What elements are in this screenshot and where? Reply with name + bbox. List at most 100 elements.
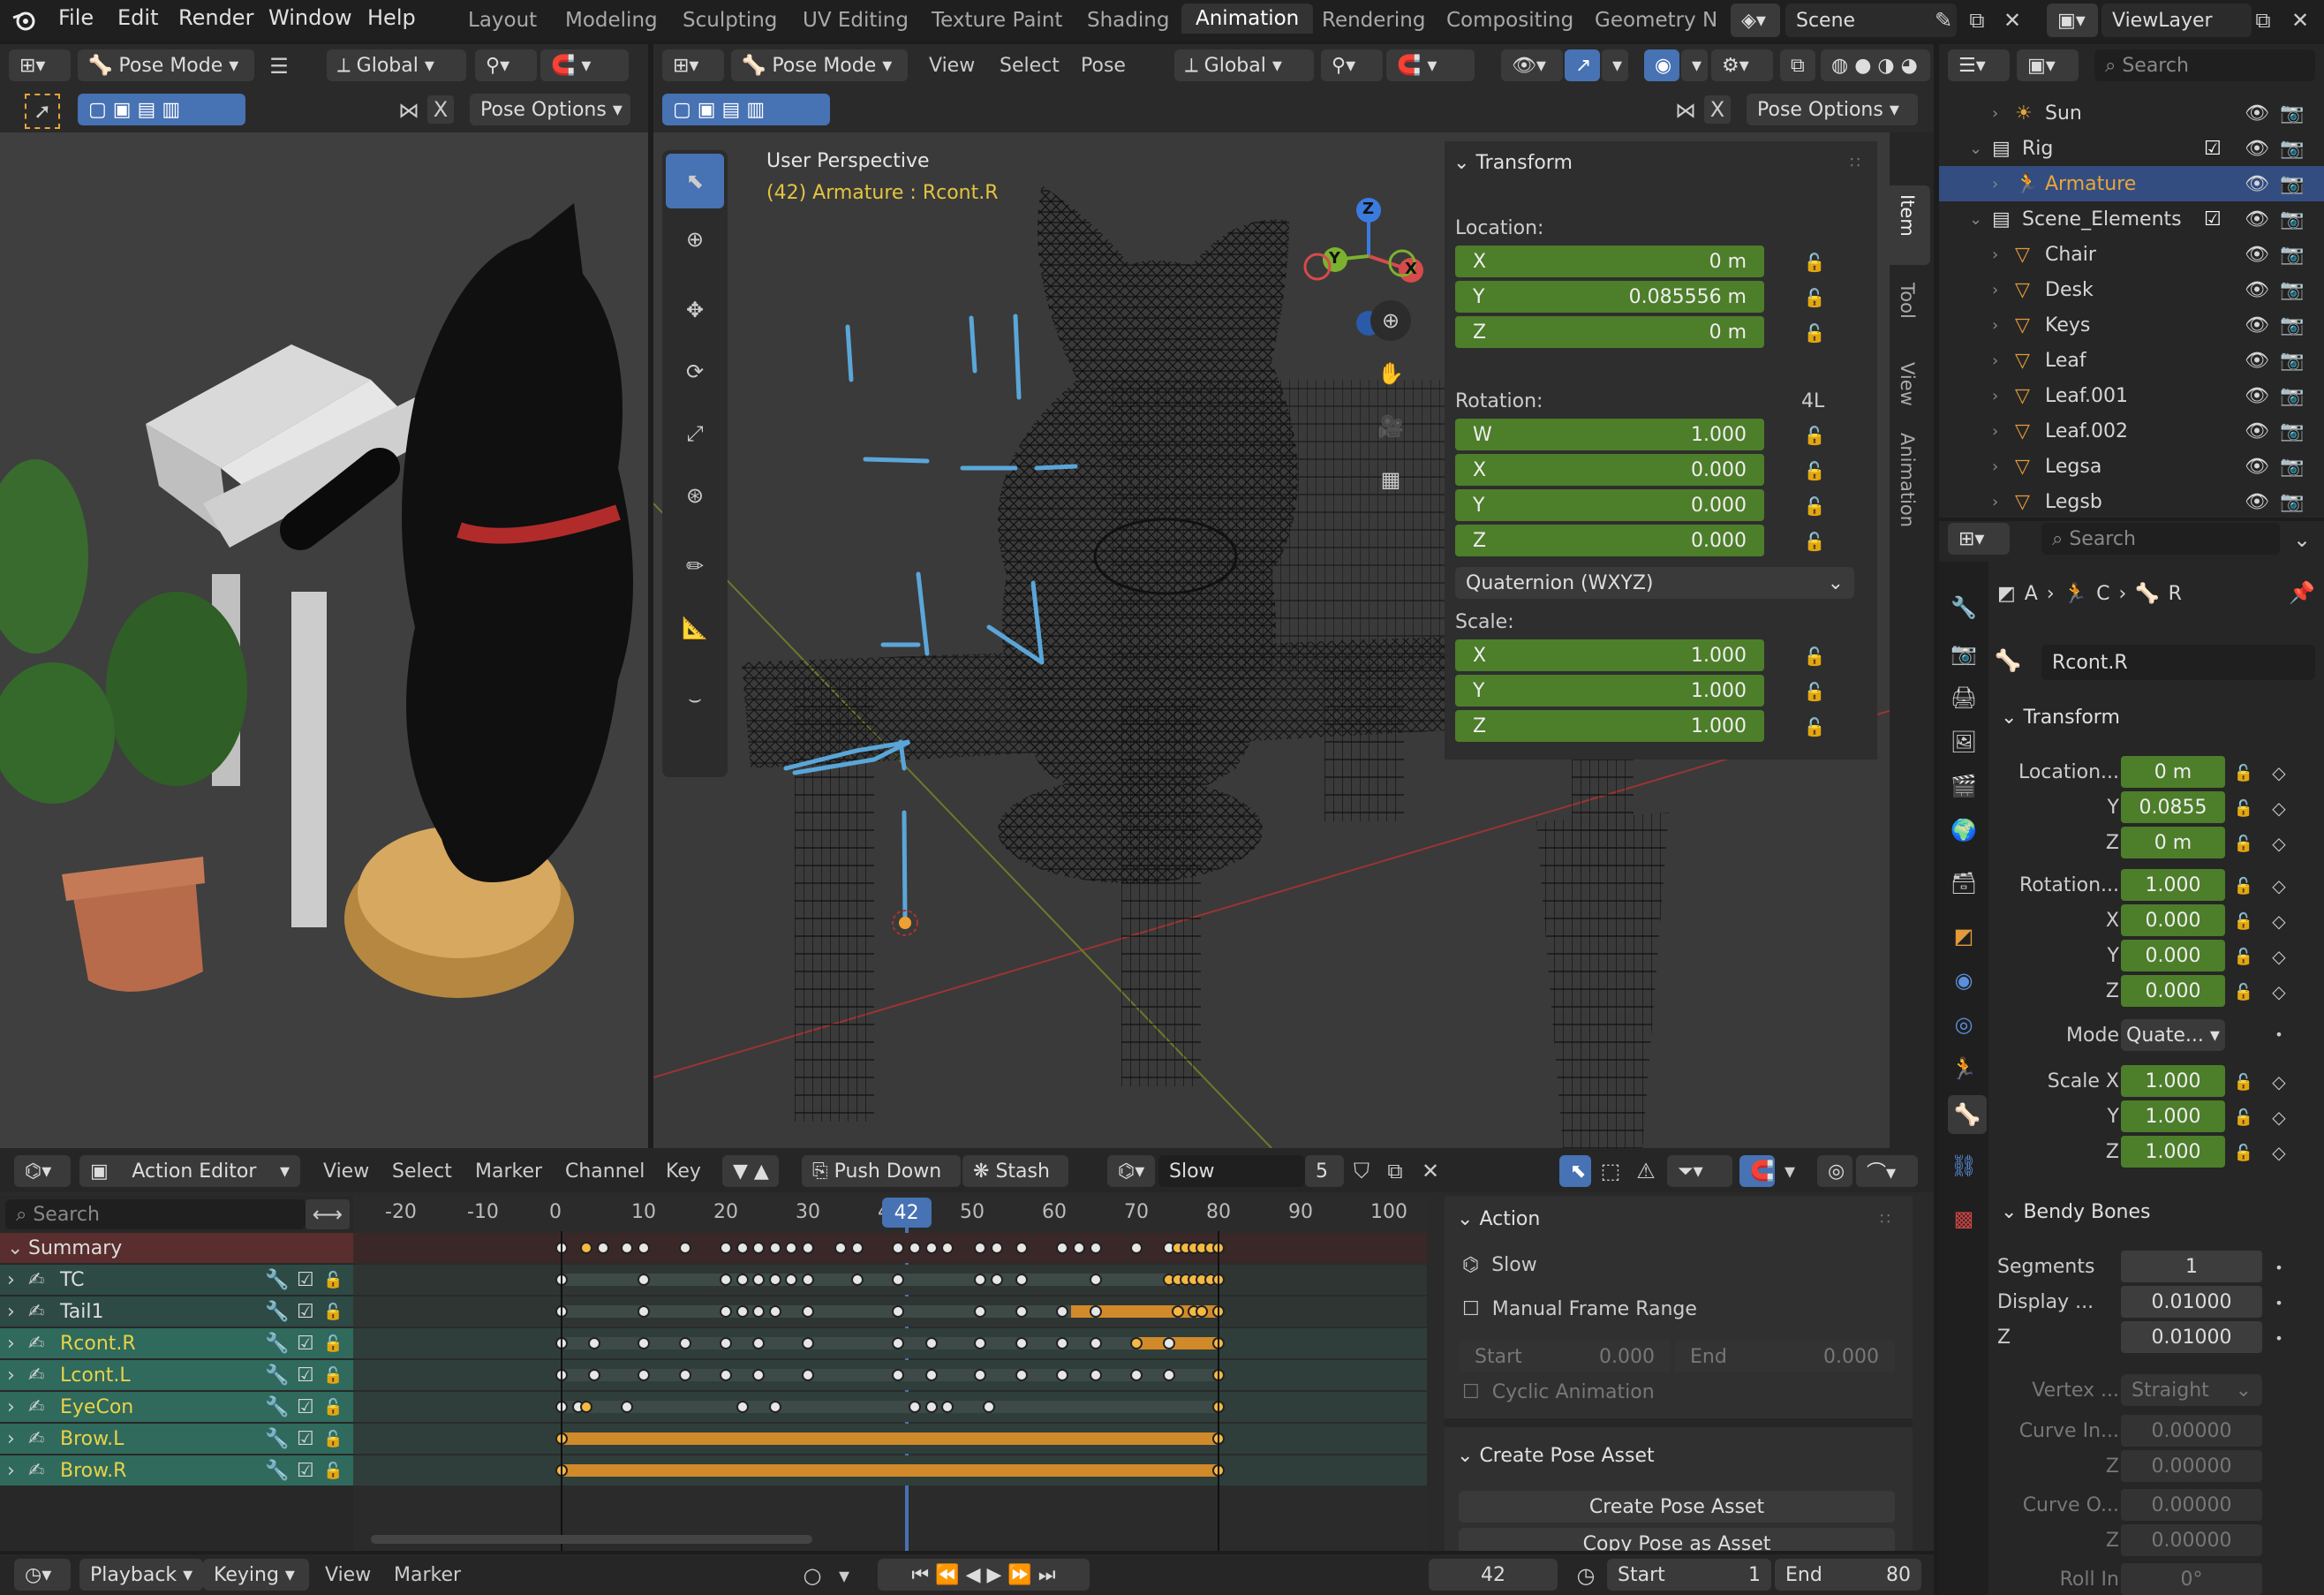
left-pose-options[interactable]: Pose Options ▾ — [470, 94, 630, 125]
viewport-menu-view[interactable]: View — [929, 55, 975, 77]
channel-enable-checkbox-icon[interactable]: ☑ — [297, 1428, 314, 1450]
tab-geometry-nodes[interactable]: Geometry Noc — [1595, 9, 1718, 32]
prop-rotation-3-field[interactable]: 0.000 — [2121, 975, 2225, 1007]
channel-enable-checkbox-icon[interactable]: ☑ — [297, 1364, 314, 1387]
layer-updown-icon[interactable]: ▼ ▲ — [722, 1155, 779, 1187]
channel-search[interactable]: ⌕ Search — [5, 1199, 306, 1229]
channel-row[interactable]: › ✍ Lcont.L 🔧 ☑ 🔓 — [0, 1360, 353, 1390]
keyframe-diamond-icon[interactable]: ◇ — [2266, 1139, 2292, 1166]
menu-file[interactable]: File — [58, 5, 94, 30]
pivot-icon[interactable]: ⚲▾ — [475, 49, 537, 81]
render-camera-icon[interactable]: 📷 — [2280, 102, 2304, 125]
tab-texture-paint[interactable]: Texture Paint — [932, 9, 1062, 32]
channel-row[interactable]: › ✍ Tail1 🔧 ☑ 🔓 — [0, 1296, 353, 1327]
outliner-item[interactable]: › ▽ Legsa 👁 📷 — [1939, 449, 2324, 484]
close-scene-icon[interactable]: ✕ — [1999, 7, 2026, 34]
keyframe[interactable] — [736, 1242, 749, 1254]
duplicate-action-icon[interactable]: ⧉ — [1379, 1155, 1411, 1187]
keyframe-diamond-icon[interactable]: ◇ — [2266, 979, 2292, 1005]
viewport-mirror-x-icon[interactable]: X — [1704, 95, 1731, 124]
keyframe-diamond-icon[interactable]: ◇ — [2266, 1069, 2292, 1095]
shading-modes-icon[interactable]: ◍ ● ◑ ◕ — [1821, 49, 1930, 81]
channel-enable-checkbox-icon[interactable]: ☑ — [297, 1301, 314, 1323]
modifier-props-icon[interactable]: ◉ — [1948, 964, 1980, 996]
keyframe[interactable] — [638, 1369, 650, 1381]
n-scale-y-field[interactable]: Y 1.000 — [1455, 675, 1764, 707]
overlay-dropdown-icon[interactable]: ▾ — [1681, 49, 1708, 81]
playback-controls[interactable]: ⏮ ⏪ ◀ ▶ ⏩ ⏭ — [878, 1559, 1090, 1591]
world-props-icon[interactable]: 🌍 — [1948, 814, 1980, 846]
n-rotation-w-field[interactable]: W 1.000 — [1455, 419, 1764, 450]
manual-range-checkbox[interactable]: ☐ Manual Frame Range — [1462, 1298, 1697, 1320]
texture-props-icon[interactable]: ▩ — [1948, 1203, 1980, 1235]
prop-rotation-1-field[interactable]: 0.000 — [2121, 904, 2225, 936]
drag-handle-icon[interactable]: ∷ — [1842, 154, 1868, 172]
action-editor-type-icon[interactable]: ⌬▾ — [14, 1155, 71, 1187]
menu-hamburger-icon[interactable]: ☰ — [261, 53, 297, 79]
keyframe[interactable] — [1130, 1369, 1143, 1381]
include-checkbox-icon[interactable]: ☑ — [2204, 208, 2222, 231]
render-camera-icon[interactable]: 📷 — [2280, 350, 2304, 372]
keyframe-diamond-icon[interactable]: ◇ — [2266, 1104, 2292, 1130]
annotate-icon[interactable]: ✏ — [666, 539, 724, 593]
n-rotation-y-field[interactable]: Y 0.000 — [1455, 489, 1764, 521]
falloff-icon[interactable]: ⌒▾ — [1856, 1155, 1918, 1187]
visibility-eye-icon[interactable]: 👁 — [2245, 350, 2269, 372]
tab-sculpting[interactable]: Sculpting — [683, 9, 777, 32]
render-camera-icon[interactable]: 📷 — [2280, 491, 2304, 513]
keyframe[interactable] — [802, 1337, 814, 1349]
snap-icon[interactable]: 🧲 ▾ — [540, 49, 629, 81]
lock-icon[interactable]: 🔓 — [2230, 943, 2257, 970]
keyframe-diamond-icon[interactable]: ◇ — [2266, 795, 2292, 821]
channel-enable-checkbox-icon[interactable]: ☑ — [297, 1269, 314, 1291]
lock-icon[interactable]: 🔓 — [2230, 795, 2257, 821]
scene-selector-icon[interactable]: ◈▾ — [1731, 4, 1780, 37]
left-orientation-dropdown[interactable]: ⟂ Global ▾ — [327, 49, 466, 81]
action-users-count[interactable]: 5 — [1305, 1155, 1344, 1187]
select-tool-icon[interactable]: ➚ — [25, 94, 60, 129]
fake-user-icon[interactable]: ⛉ — [1346, 1155, 1377, 1187]
view-layer-props-icon[interactable]: 🖼 — [1948, 726, 1980, 758]
measure-icon[interactable]: 📐 — [666, 601, 724, 655]
modifier-wrench-icon[interactable]: 🔧 — [265, 1301, 289, 1323]
keyframe[interactable] — [678, 1369, 691, 1381]
ae-menu-select[interactable]: Select — [392, 1160, 452, 1183]
timeline-editor-icon[interactable]: ◷▾ — [14, 1559, 71, 1591]
prop-mode-dropdown[interactable]: Quate... ▾ — [2121, 1019, 2225, 1051]
transform-icon[interactable]: ⊛ — [666, 468, 724, 523]
lock-icon[interactable]: 🔓 — [2230, 908, 2257, 934]
n-rotation-x-field[interactable]: X 0.000 — [1455, 454, 1764, 486]
viewport-menu-select[interactable]: Select — [1000, 55, 1060, 77]
keyframe[interactable] — [736, 1401, 749, 1413]
cursor-icon[interactable]: ⊕ — [666, 212, 724, 267]
record-icon[interactable]: ○ — [796, 1560, 828, 1591]
ae-menu-channel[interactable]: Channel — [565, 1160, 645, 1183]
viewport-editor-type-icon[interactable]: ⊞▾ — [662, 49, 724, 81]
keyframe[interactable] — [768, 1242, 781, 1254]
prop-bendy-1-field[interactable]: 0.01000 — [2121, 1286, 2262, 1318]
visibility-eye-icon[interactable]: 👁 — [2245, 279, 2269, 301]
channel-row[interactable]: › ✍ Brow.L 🔧 ☑ 🔓 — [0, 1424, 353, 1454]
visibility-eye-icon[interactable]: 👁 — [2245, 102, 2269, 125]
visibility-eye-icon[interactable]: 👁 — [2245, 420, 2269, 442]
channel-enable-checkbox-icon[interactable]: ☑ — [297, 1396, 314, 1418]
prop-rotation-2-field[interactable]: 0.000 — [2121, 940, 2225, 971]
keyframe[interactable] — [802, 1369, 814, 1381]
unlink-action-icon[interactable]: ✕ — [1415, 1155, 1446, 1187]
keyframe[interactable] — [768, 1274, 781, 1286]
keyframe[interactable] — [1171, 1305, 1184, 1318]
lock-icon[interactable]: 🔓 — [1801, 643, 1828, 669]
prop-location-2-field[interactable]: 0 m — [2121, 827, 2225, 858]
move-icon[interactable]: ✥ — [666, 283, 724, 337]
keyframe[interactable] — [736, 1274, 749, 1286]
modifier-wrench-icon[interactable]: 🔧 — [265, 1428, 289, 1450]
dopesheet-area[interactable]: -20-10010203040506070809010042 — [353, 1196, 1427, 1551]
create-pose-asset-button[interactable]: Create Pose Asset — [1459, 1491, 1895, 1523]
viewport-select-modes-icon[interactable]: ▢ ▣ ▤ ▥ — [662, 94, 830, 125]
keyframe[interactable] — [720, 1274, 732, 1286]
keyframe-diamond-icon[interactable]: ◇ — [2266, 760, 2292, 786]
bone-overlay-icon[interactable]: ⚙▾ — [1711, 49, 1773, 81]
keyframe[interactable] — [579, 1242, 592, 1254]
keyframe[interactable] — [638, 1242, 650, 1254]
stash-button[interactable]: ❋ Stash — [962, 1155, 1068, 1187]
